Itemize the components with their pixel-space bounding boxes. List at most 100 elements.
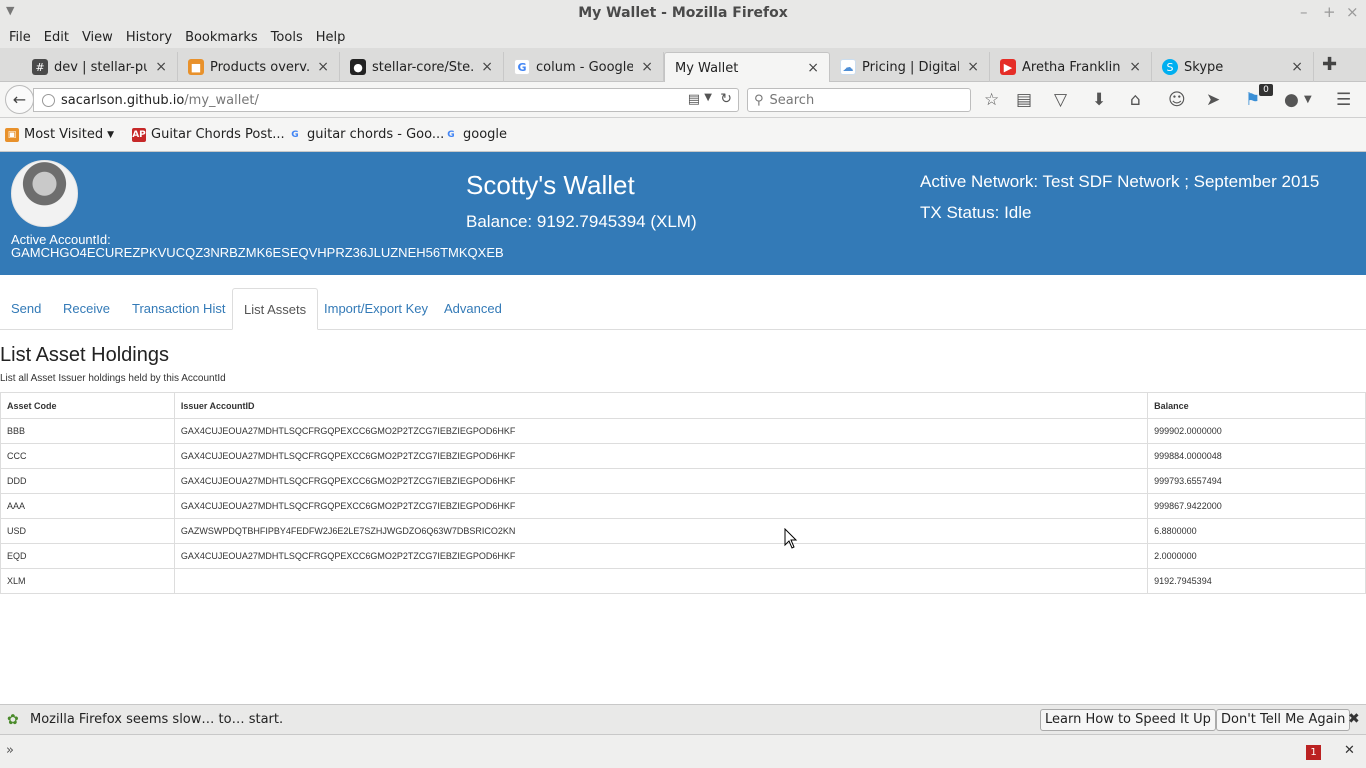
url-path: /my_wallet/ <box>184 92 259 108</box>
minimize-icon[interactable]: – <box>1300 3 1308 21</box>
menu-file[interactable]: File <box>4 30 36 45</box>
reload-icon[interactable]: ↻ <box>720 91 732 107</box>
table-row: EQD GAX4CUJEOUA27MDHTLSQCFRGQPEXCC6GMO2P… <box>0 543 1366 569</box>
search-placeholder: Search <box>769 92 815 108</box>
menu-history[interactable]: History <box>121 30 177 45</box>
chat-icon[interactable]: ☺ <box>1168 90 1186 110</box>
menu-edit[interactable]: Edit <box>39 30 74 45</box>
send-icon[interactable]: ➤ <box>1206 90 1220 110</box>
ghostery-icon[interactable]: ⚑ <box>1245 90 1260 110</box>
tab-my-wallet[interactable]: My Wallet × <box>664 52 830 83</box>
bookmark-google[interactable]: G google <box>444 127 507 142</box>
close-tab-icon[interactable]: × <box>1129 59 1141 75</box>
tab-advanced[interactable]: Advanced <box>433 288 513 330</box>
maximize-icon[interactable]: + <box>1323 3 1336 21</box>
close-window-icon[interactable]: × <box>1346 3 1359 21</box>
bookmark-label: Guitar Chords Post... <box>151 127 285 142</box>
menu-bar: File Edit View History Bookmarks Tools H… <box>0 26 1366 48</box>
tab-label: Aretha Franklin... <box>1022 59 1121 75</box>
tab-dev-stellar[interactable]: # dev | stellar-pu... × <box>22 52 178 82</box>
page-content: Active AccountId: GAMCHGO4ECUREZPKVUCQZ3… <box>0 152 1366 704</box>
notification-message: Mozilla Firefox seems slow… to… start. <box>30 712 284 727</box>
download-icon[interactable]: ⬇ <box>1092 90 1106 110</box>
tab-list-assets[interactable]: List Assets <box>232 288 319 330</box>
bookmark-guitar-chords-google[interactable]: G guitar chords - Goo... <box>288 127 444 142</box>
dont-tell-again-button[interactable]: Don't Tell Me Again <box>1216 709 1351 731</box>
most-visited-icon: ▣ <box>5 127 19 142</box>
url-bar[interactable]: sacarlson.github.io/my_wallet/ ▤ ▼ ↻ <box>33 88 739 112</box>
google-icon: G <box>291 129 299 140</box>
close-notification-icon[interactable]: ✖ <box>1348 711 1360 727</box>
reader-view-icon[interactable]: ▤ <box>688 92 700 107</box>
hamburger-menu-icon[interactable]: ☰ <box>1336 90 1351 110</box>
page-title: List Asset Holdings <box>0 344 169 366</box>
tab-send[interactable]: Send <box>0 288 52 330</box>
google-icon: G <box>514 59 530 75</box>
menu-view[interactable]: View <box>77 30 118 45</box>
tab-pricing[interactable]: ☁ Pricing | Digital... × <box>830 52 990 82</box>
tab-transaction-hist[interactable]: Transaction Hist <box>121 288 236 330</box>
close-tab-icon[interactable]: × <box>967 59 979 75</box>
close-tab-icon[interactable]: × <box>807 60 819 76</box>
close-tab-icon[interactable]: × <box>481 59 493 75</box>
assets-table: Asset Code Issuer AccountID Balance BBB … <box>0 392 1366 594</box>
bookmark-most-visited[interactable]: ▣ Most Visited ▼ <box>5 127 114 142</box>
menu-tools[interactable]: Tools <box>266 30 308 45</box>
cloud-icon: ☁ <box>840 59 856 75</box>
tab-stellar-core[interactable]: ● stellar-core/Ste... × <box>340 52 504 82</box>
menu-help[interactable]: Help <box>311 30 351 45</box>
new-tab-icon[interactable]: ✚ <box>1322 54 1337 75</box>
wallet-title: Scotty's Wallet <box>466 170 635 200</box>
chevron-down-icon[interactable]: ▼ <box>704 92 712 103</box>
ap-icon: AP <box>132 127 146 142</box>
close-tab-icon[interactable]: × <box>641 59 653 75</box>
asset-code-cell: XLM <box>0 568 175 594</box>
learn-speed-up-button[interactable]: Learn How to Speed It Up <box>1040 709 1216 731</box>
balance-cell: 2.0000000 <box>1147 543 1366 569</box>
globe-icon <box>42 93 55 107</box>
bookmark-star-icon[interactable]: ☆ <box>984 90 999 110</box>
close-tab-icon[interactable]: × <box>1291 59 1303 75</box>
balance-cell: 999902.0000000 <box>1147 418 1366 444</box>
tab-receive[interactable]: Receive <box>52 288 121 330</box>
bookmark-guitar-chords-post[interactable]: AP Guitar Chords Post... <box>132 127 285 142</box>
home-icon[interactable]: ⌂ <box>1130 90 1141 110</box>
close-tab-icon[interactable]: × <box>317 59 329 75</box>
privacy-icon[interactable]: ● <box>1284 90 1299 110</box>
tab-label: Products overv... <box>210 59 310 75</box>
avatar <box>11 160 78 227</box>
url-host: sacarlson.github.io <box>61 92 185 108</box>
reading-list-icon[interactable]: ▤ <box>1016 90 1032 110</box>
close-tab-icon[interactable]: × <box>155 59 167 75</box>
column-header-issuer: Issuer AccountID <box>173 392 1149 419</box>
back-button[interactable]: ← <box>5 85 34 114</box>
wallet-header: Active AccountId: GAMCHGO4ECUREZPKVUCQZ3… <box>0 152 1366 275</box>
hash-icon: # <box>32 59 48 75</box>
pocket-icon[interactable]: ▽ <box>1054 90 1067 110</box>
tab-aretha[interactable]: ▶ Aretha Franklin... × <box>990 52 1152 82</box>
table-row: DDD GAX4CUJEOUA27MDHTLSQCFRGQPEXCC6GMO2P… <box>0 468 1366 494</box>
products-icon: ■ <box>188 59 204 75</box>
addon-bar: » 1 ✕ <box>0 734 1366 768</box>
tab-import-export-key[interactable]: Import/Export Key <box>313 288 439 330</box>
asset-code-cell: EQD <box>0 543 175 569</box>
bookmark-label: google <box>463 127 508 142</box>
tab-google-colum[interactable]: G colum - Google... × <box>504 52 664 82</box>
chevron-right-icon[interactable]: » <box>6 743 14 758</box>
menu-bookmarks[interactable]: Bookmarks <box>180 30 263 45</box>
navigation-toolbar: sacarlson.github.io/my_wallet/ ▤ ▼ ↻ ← ⚲… <box>0 82 1366 118</box>
close-addon-bar-icon[interactable]: ✕ <box>1344 743 1355 758</box>
tab-products[interactable]: ■ Products overv... × <box>178 52 340 82</box>
search-input[interactable]: ⚲ Search <box>747 88 971 112</box>
window-menu-icon[interactable]: ▼ <box>6 4 14 17</box>
tab-label: Pricing | Digital... <box>862 59 960 75</box>
tab-label: colum - Google... <box>536 59 634 75</box>
window-title: My Wallet - Mozilla Firefox <box>578 5 788 21</box>
tab-skype[interactable]: S Skype × <box>1152 52 1314 82</box>
chevron-down-icon[interactable]: ▼ <box>1304 94 1312 105</box>
tx-status: TX Status: Idle <box>920 203 1032 222</box>
tab-label: My Wallet <box>675 60 739 76</box>
table-row: XLM 9192.7945394 <box>0 568 1366 594</box>
notification-count-badge: 0 <box>1259 84 1273 96</box>
addon-badge[interactable]: 1 <box>1306 745 1321 760</box>
